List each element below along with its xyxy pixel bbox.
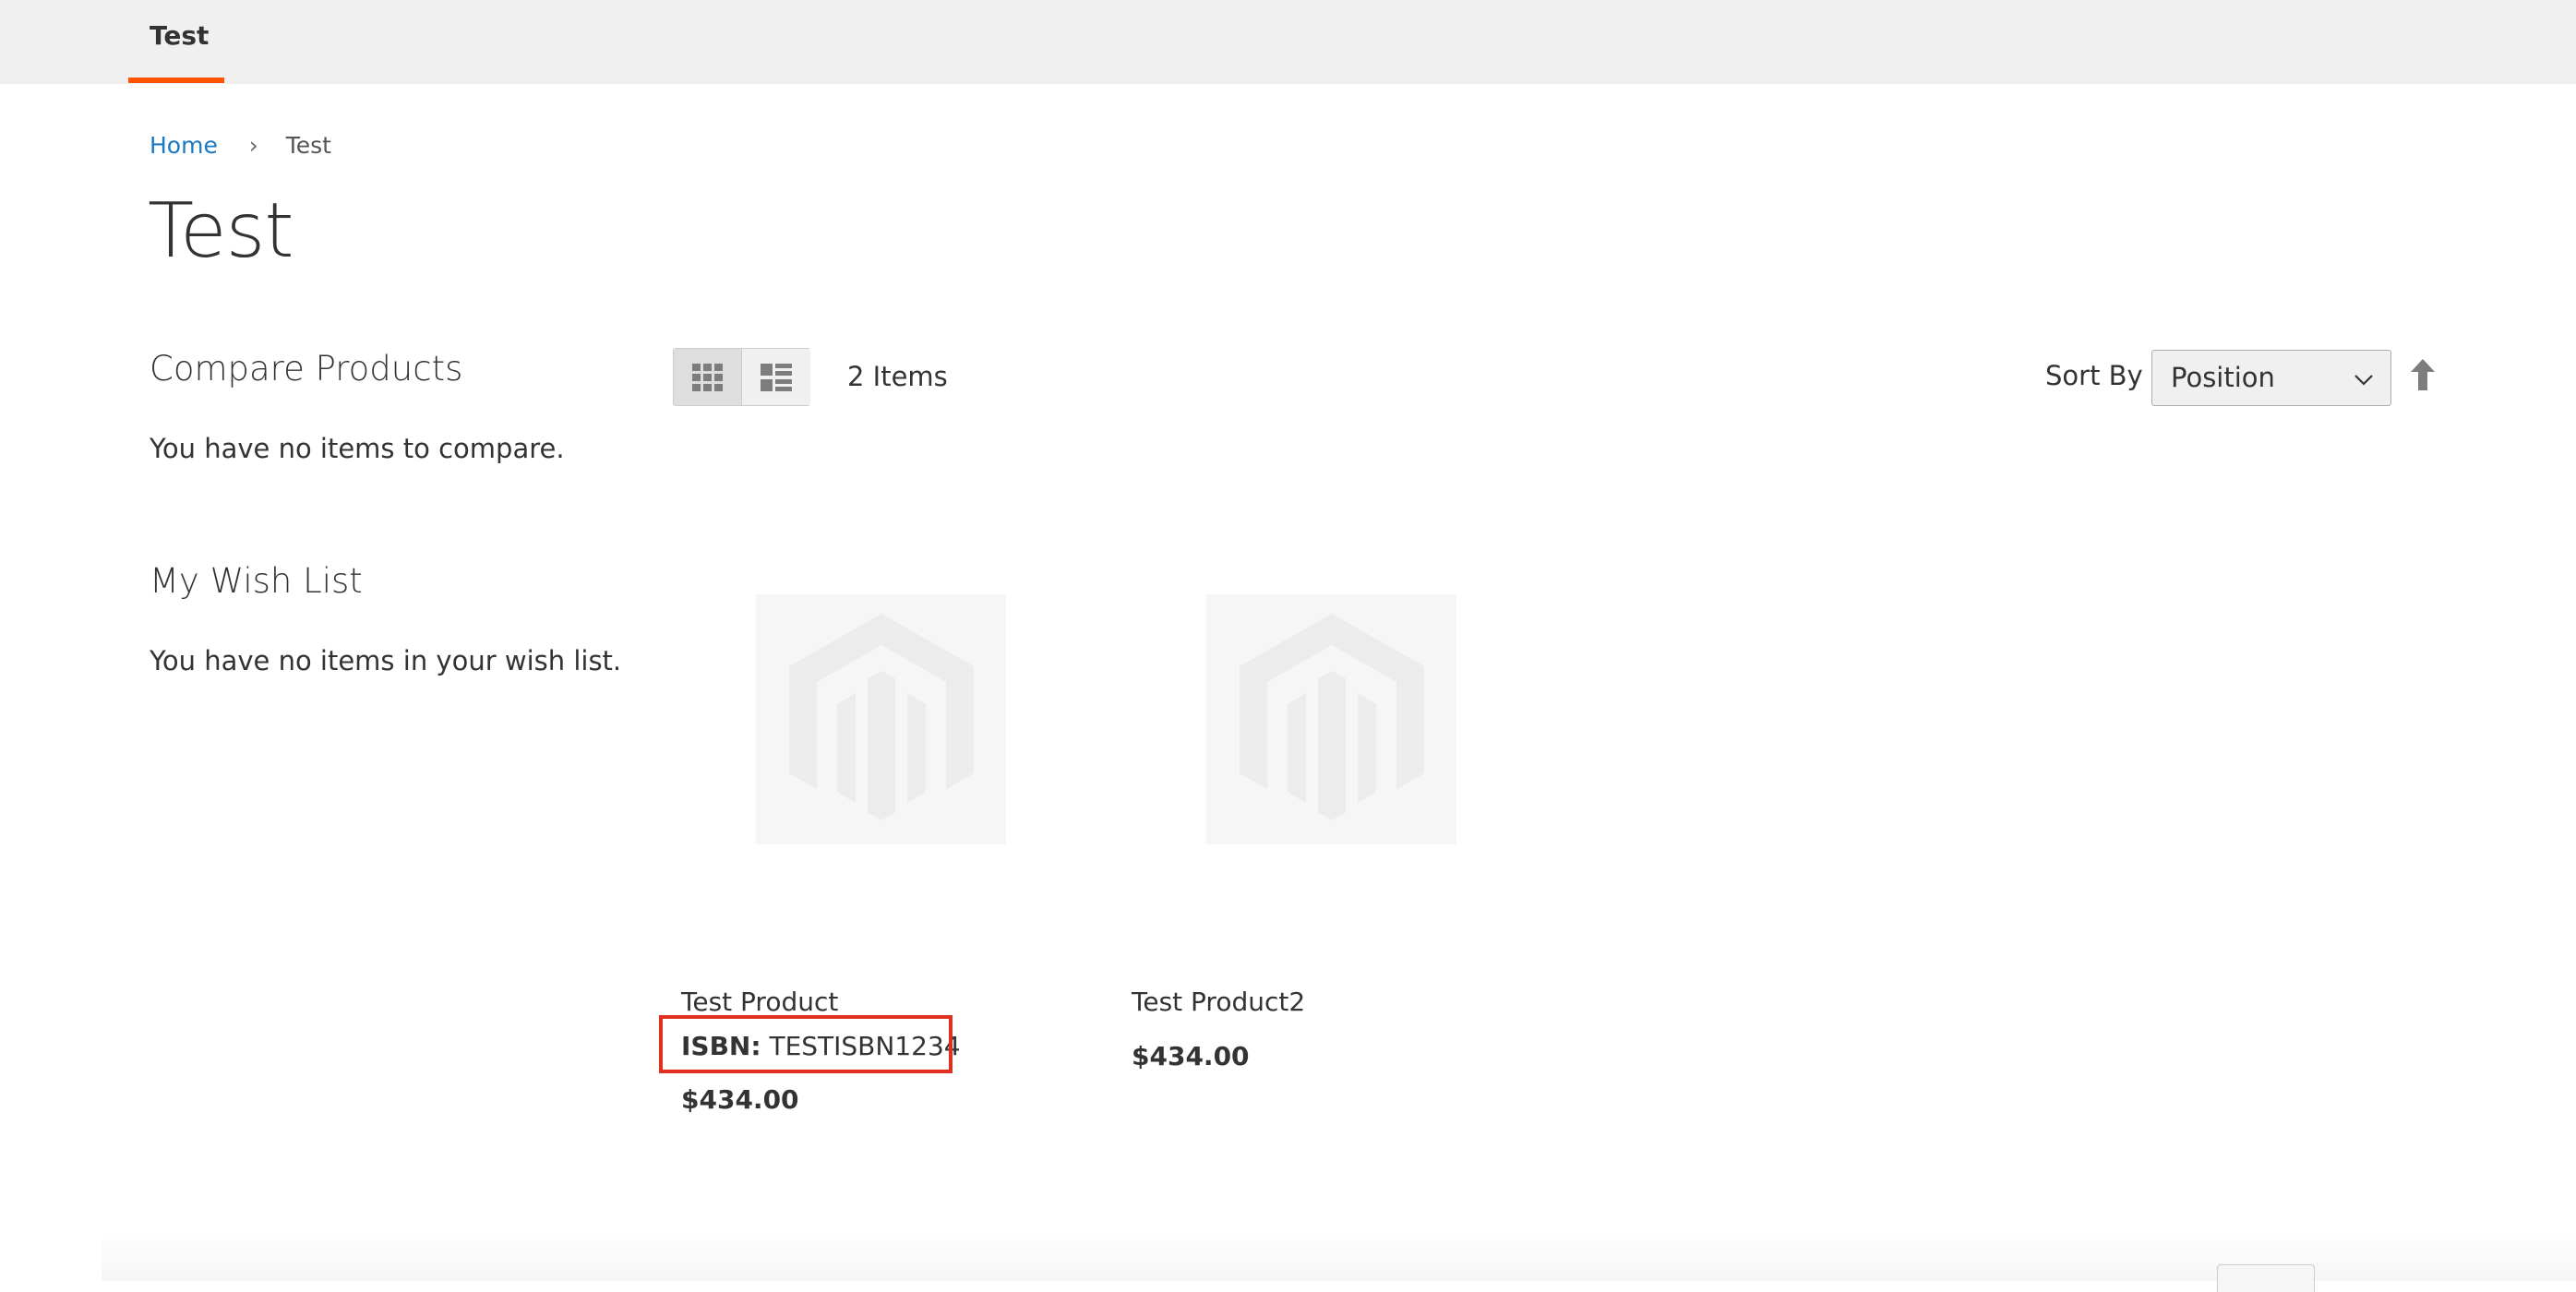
sort-direction-arrow-up-icon[interactable] (2410, 359, 2436, 390)
nav-active-indicator (128, 78, 224, 83)
grid-view-button[interactable] (674, 349, 742, 405)
view-mode-switcher (673, 348, 810, 406)
compare-products-title: Compare Products (150, 349, 463, 389)
product-price: $434.00 (1132, 1041, 1250, 1071)
toolbar-items-count: 2 Items (847, 361, 948, 392)
nav-item-label: Test (150, 20, 210, 51)
sort-by-label: Sort By (2045, 360, 2143, 391)
product-image-placeholder[interactable] (1206, 594, 1456, 844)
top-navigation: Test (0, 0, 2576, 84)
magento-logo-icon (1239, 613, 1424, 820)
product-name-link[interactable]: Test Product2 (1132, 987, 1305, 1017)
footer-area (102, 1232, 2576, 1281)
wishlist-empty-text: You have no items in your wish list. (150, 645, 622, 676)
isbn-highlight-box (659, 1015, 953, 1073)
sort-by-select[interactable]: Position (2151, 350, 2391, 406)
breadcrumb: Home › Test (150, 132, 331, 159)
list-view-button[interactable] (742, 349, 810, 405)
wishlist-title: My Wish List (150, 561, 363, 601)
breadcrumb-separator-icon: › (248, 132, 258, 159)
product-price: $434.00 (681, 1084, 799, 1115)
list-icon (761, 363, 792, 391)
nav-item-test[interactable]: Test (129, 0, 229, 84)
breadcrumb-current: Test (285, 132, 331, 159)
chevron-down-icon (2354, 375, 2373, 386)
grid-icon (691, 363, 723, 391)
breadcrumb-home-link[interactable]: Home (150, 132, 218, 159)
footer-button[interactable] (2217, 1264, 2315, 1292)
magento-logo-icon (788, 613, 974, 820)
page-title: Test (148, 187, 294, 275)
product-name-link[interactable]: Test Product (681, 987, 838, 1017)
compare-products-empty-text: You have no items to compare. (150, 433, 565, 464)
product-image-placeholder[interactable] (756, 594, 1006, 844)
sort-by-value: Position (2171, 362, 2275, 393)
